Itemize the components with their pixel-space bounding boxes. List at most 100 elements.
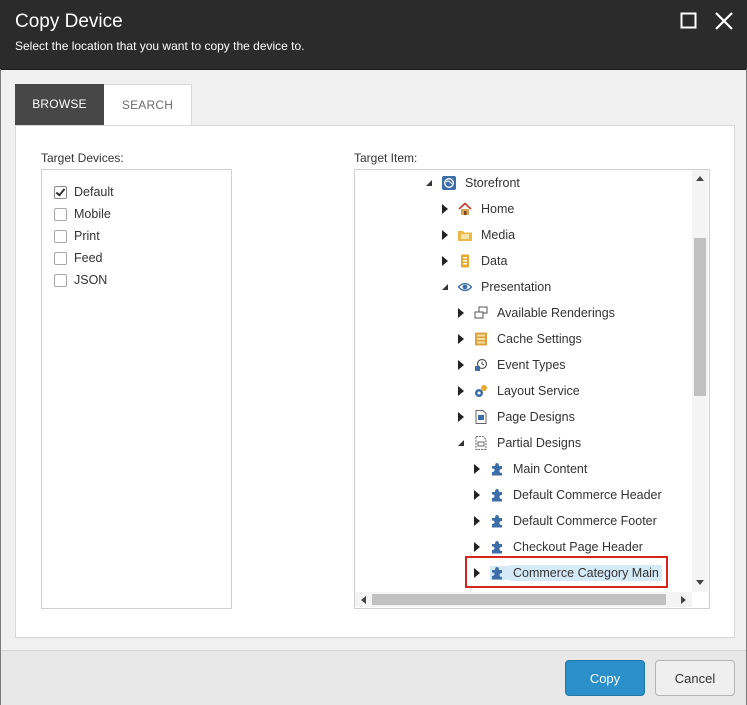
horizontal-scroll-thumb[interactable] <box>372 594 666 605</box>
copy-button[interactable]: Copy <box>565 660 645 696</box>
tree-node-layout-service[interactable]: Layout Service <box>457 380 583 402</box>
puzzle-icon <box>490 540 504 554</box>
expand-arrow-icon[interactable] <box>457 360 465 370</box>
tree-node-default-commerce-header[interactable]: Default Commerce Header <box>473 484 665 506</box>
puzzle-icon <box>490 514 504 528</box>
tab-browse[interactable]: BROWSE <box>15 84 104 125</box>
puzzle-icon <box>490 488 504 502</box>
checkbox[interactable] <box>54 273 67 287</box>
tree-node-label: Partial Designs <box>497 436 582 450</box>
tree-node-main-content[interactable]: Main Content <box>473 458 590 480</box>
layout-service-icon <box>474 384 488 398</box>
maximize-button[interactable] <box>679 11 699 31</box>
device-item-mobile[interactable]: Mobile <box>54 205 111 223</box>
tree-node-label: Storefront <box>465 176 520 190</box>
tree-node-label: Cache Settings <box>497 332 582 346</box>
device-item-default[interactable]: Default <box>54 183 114 201</box>
vertical-scroll-thumb[interactable] <box>694 238 706 396</box>
tree-node-label: Event Types <box>497 358 566 372</box>
tree-node-commerce-category-main[interactable]: Commerce Category Main <box>473 562 662 584</box>
tree-node-partial-designs[interactable]: Partial Designs <box>457 432 584 454</box>
close-icon <box>715 12 733 30</box>
close-button[interactable] <box>714 11 734 31</box>
tree-node-cache-settings[interactable]: Cache Settings <box>457 328 585 350</box>
expand-arrow-icon[interactable] <box>441 204 449 214</box>
expand-arrow-icon[interactable] <box>457 412 465 422</box>
tree-horizontal-scrollbar[interactable] <box>355 592 692 607</box>
expand-arrow-icon[interactable] <box>473 516 481 526</box>
tree-node-event-types[interactable]: Event Types <box>457 354 569 376</box>
checkbox[interactable] <box>54 251 67 265</box>
device-label: Print <box>74 229 100 243</box>
expand-arrow-icon[interactable] <box>457 334 465 344</box>
expand-arrow-icon[interactable] <box>441 256 449 266</box>
scroll-right-arrow-icon[interactable] <box>681 596 687 604</box>
tree-node-default-commerce-footer[interactable]: Default Commerce Footer <box>473 510 660 532</box>
cache-icon <box>474 332 488 346</box>
scroll-down-arrow-icon[interactable] <box>696 580 704 586</box>
device-item-json[interactable]: JSON <box>54 271 107 289</box>
target-item-label: Target Item: <box>354 151 418 165</box>
tree-node-label: Data <box>481 254 508 268</box>
puzzle-icon <box>490 462 504 476</box>
device-item-print[interactable]: Print <box>54 227 100 245</box>
tree-node-available-renderings[interactable]: Available Renderings <box>457 302 618 324</box>
home-icon <box>458 202 472 216</box>
collapse-arrow-icon[interactable] <box>441 282 449 292</box>
device-label: Mobile <box>74 207 111 221</box>
tree-node-storefront[interactable]: Storefront <box>425 172 523 194</box>
eye-icon <box>458 280 472 294</box>
checkbox[interactable] <box>54 207 67 221</box>
page-icon <box>474 410 488 424</box>
tree-node-label: Default Commerce Header <box>513 488 662 502</box>
data-icon <box>458 254 472 268</box>
event-icon <box>474 358 488 372</box>
scroll-up-arrow-icon[interactable] <box>696 175 704 181</box>
tree-node-data[interactable]: Data <box>441 250 510 272</box>
renderings-icon <box>474 306 488 320</box>
tree-node-label: Media <box>481 228 516 242</box>
expand-arrow-icon[interactable] <box>457 308 465 318</box>
tree-node-label: Presentation <box>481 280 552 294</box>
expand-arrow-icon[interactable] <box>441 230 449 240</box>
tree-node-checkout-page-header[interactable]: Checkout Page Header <box>473 536 646 558</box>
tree-node-presentation[interactable]: Presentation <box>441 276 554 298</box>
tree-node-page-designs[interactable]: Page Designs <box>457 406 578 428</box>
tree-node-label: Available Renderings <box>497 306 615 320</box>
target-item-tree: Storefront Home Media Data Presentation … <box>354 169 710 609</box>
partial-icon <box>474 436 488 450</box>
puzzle-icon <box>490 566 510 580</box>
tree-vertical-scrollbar[interactable] <box>692 170 708 592</box>
scroll-left-arrow-icon[interactable] <box>360 596 366 604</box>
tree-node-label: Commerce Category Main <box>510 565 662 581</box>
expand-arrow-icon[interactable] <box>473 490 481 500</box>
maximize-icon <box>680 12 697 29</box>
checkbox-checked[interactable] <box>54 185 67 199</box>
tree-node-label: Checkout Page Header <box>513 540 643 554</box>
device-item-feed[interactable]: Feed <box>54 249 103 267</box>
tab-search[interactable]: SEARCH <box>104 84 192 126</box>
tree-node-media[interactable]: Media <box>441 224 518 246</box>
device-label: Default <box>74 185 114 199</box>
cancel-button[interactable]: Cancel <box>655 660 735 696</box>
media-folder-icon <box>458 228 472 242</box>
expand-arrow-icon[interactable] <box>473 568 481 578</box>
device-label: JSON <box>74 273 108 287</box>
collapse-arrow-icon[interactable] <box>425 178 433 188</box>
dialog-titlebar: Copy Device Select the location that you… <box>0 0 747 70</box>
target-devices-label: Target Devices: <box>41 151 124 165</box>
expand-arrow-icon[interactable] <box>457 386 465 396</box>
dialog-subtitle: Select the location that you want to cop… <box>15 39 305 53</box>
tree-node-home[interactable]: Home <box>441 198 517 220</box>
tree-node-label: Layout Service <box>497 384 580 398</box>
expand-arrow-icon[interactable] <box>473 542 481 552</box>
dialog-title: Copy Device <box>15 11 123 32</box>
tree-node-label: Main Content <box>513 462 588 476</box>
tree-node-label: Home <box>481 202 515 216</box>
globe-icon <box>442 176 456 190</box>
checkbox[interactable] <box>54 229 67 243</box>
collapse-arrow-icon[interactable] <box>457 438 465 448</box>
expand-arrow-icon[interactable] <box>473 464 481 474</box>
target-devices-list: Default Mobile Print Feed JSON <box>41 169 232 609</box>
tree-node-label: Page Designs <box>497 410 575 424</box>
